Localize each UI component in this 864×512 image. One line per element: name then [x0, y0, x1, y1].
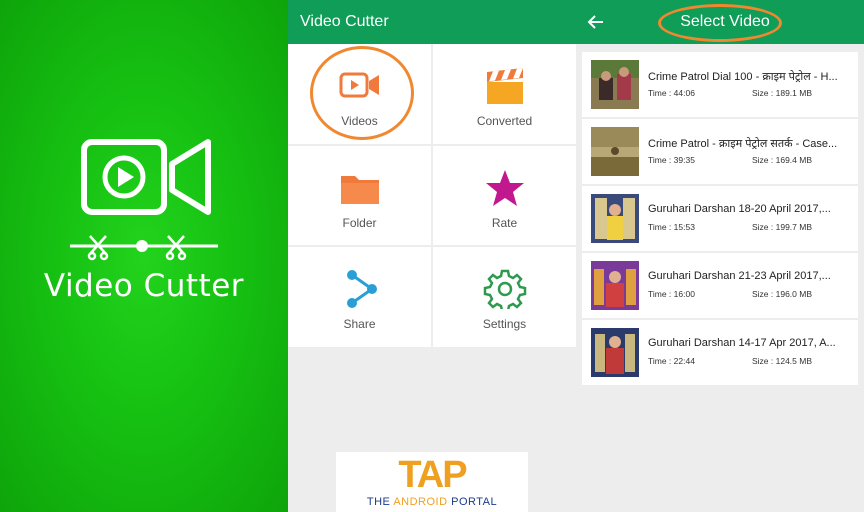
video-size: Size : 196.0 MB — [752, 289, 813, 299]
video-list-item[interactable]: Crime Patrol Dial 100 - क्राइम पेट्रोल -… — [582, 52, 858, 117]
watermark-letters-text: TAP — [398, 454, 467, 496]
video-list-item[interactable]: Crime Patrol - क्राइम पेट्रोल सतर्क - Ca… — [582, 119, 858, 184]
menu-item-videos[interactable]: Videos — [288, 44, 431, 144]
menu-item-settings[interactable]: Settings — [433, 247, 576, 347]
menu-item-rate[interactable]: Rate — [433, 145, 576, 246]
video-thumbnail — [591, 127, 639, 176]
video-list-item[interactable]: Guruhari Darshan 21-23 April 2017,... Ti… — [582, 253, 858, 318]
promo-panel: Video Cutter — [0, 0, 288, 512]
video-list-item[interactable]: Guruhari Darshan 18-20 April 2017,... Ti… — [582, 186, 858, 251]
watermark-subtitle-a: THE — [366, 496, 394, 508]
video-title: Guruhari Darshan 21-23 April 2017,... — [648, 270, 831, 282]
clapperboard-icon — [486, 68, 523, 104]
video-duration: Time : 16:00 — [648, 289, 695, 299]
video-thumbnail — [591, 261, 639, 310]
menu-item-label: Share — [343, 317, 376, 332]
app-bar: Select Video — [576, 0, 864, 44]
video-title: Crime Patrol - क्राइम पेट्रोल सतर्क - Ca… — [648, 138, 838, 150]
watermark-subtitle-c: PORTAL — [447, 496, 498, 508]
video-thumbnail — [591, 194, 639, 243]
menu-item-folder[interactable]: Folder — [288, 145, 431, 246]
video-duration: Time : 22:44 — [648, 356, 695, 366]
main-menu-screen: Video Cutter Videos Converted Folder Rat… — [288, 0, 576, 512]
watermark-letters: TAP — [336, 454, 528, 497]
menu-item-converted[interactable]: Converted — [433, 44, 576, 144]
menu-item-label: Settings — [482, 317, 527, 332]
menu-item-label: Rate — [491, 215, 518, 230]
video-duration: Time : 39:35 — [648, 155, 695, 165]
star-icon — [485, 169, 524, 206]
video-list: Crime Patrol Dial 100 - क्राइम पेट्रोल -… — [582, 52, 858, 387]
video-size: Size : 199.7 MB — [752, 222, 813, 232]
video-thumbnail — [591, 60, 639, 109]
folder-icon — [340, 175, 379, 204]
menu-grid: Videos Converted Folder Rate Share Setti… — [288, 44, 576, 347]
watermark-logo: TAP THE ANDROID PORTAL — [336, 452, 528, 512]
highlight-ring — [310, 46, 414, 140]
watermark-subtitle: THE ANDROID PORTAL — [336, 496, 528, 508]
video-title: Crime Patrol Dial 100 - क्राइम पेट्रोल -… — [648, 71, 838, 83]
video-list-item[interactable]: Guruhari Darshan 14-17 Apr 2017, A... Ti… — [582, 320, 858, 385]
video-duration: Time : 44:06 — [648, 88, 695, 98]
video-size: Size : 189.1 MB — [752, 88, 813, 98]
menu-item-label: Folder — [342, 215, 377, 230]
video-size: Size : 124.5 MB — [752, 356, 813, 366]
video-cutter-logo-icon — [70, 139, 218, 261]
video-title: Guruhari Darshan 14-17 Apr 2017, A... — [648, 337, 836, 349]
select-video-screen: Select Video Crime Patrol Dial 100 - क्र… — [576, 0, 864, 512]
app-bar-title: Select Video — [680, 13, 770, 30]
app-bar: Video Cutter — [288, 0, 576, 44]
menu-item-label: Converted — [476, 114, 533, 128]
watermark-subtitle-b: ANDROID — [393, 496, 448, 508]
video-thumbnail — [591, 328, 639, 377]
video-duration: Time : 15:53 — [648, 222, 695, 232]
video-title: Guruhari Darshan 18-20 April 2017,... — [648, 203, 831, 215]
video-size: Size : 169.4 MB — [752, 155, 813, 165]
promo-title: Video Cutter — [43, 268, 245, 304]
menu-item-share[interactable]: Share — [288, 247, 431, 347]
app-bar-title: Video Cutter — [300, 13, 389, 30]
share-icon — [346, 270, 377, 309]
gear-icon — [483, 270, 526, 310]
